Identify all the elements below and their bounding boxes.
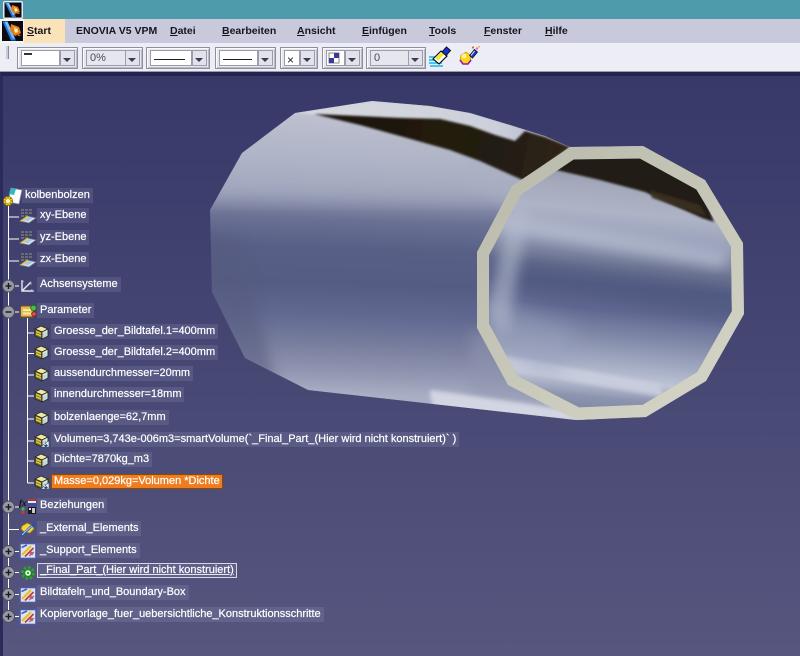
svg-text:fx: fx (19, 498, 27, 508)
